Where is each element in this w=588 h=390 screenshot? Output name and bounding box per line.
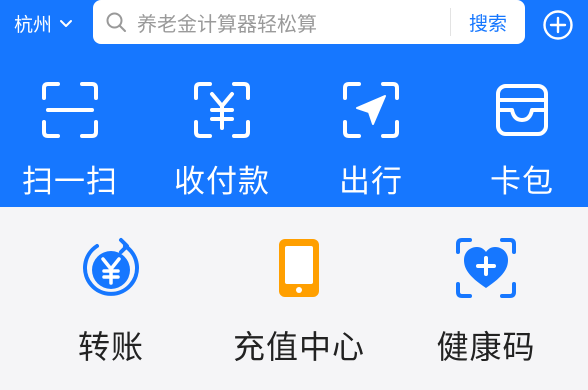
phone-recharge-icon xyxy=(279,239,319,297)
chevron-down-icon xyxy=(60,20,73,27)
transfer-yuan-icon xyxy=(83,238,139,296)
service-transfer[interactable]: 转账 xyxy=(31,236,191,368)
add-icon[interactable] xyxy=(542,9,574,41)
search-bar[interactable]: 养老金计算器轻松算 搜索 xyxy=(93,0,525,44)
city-selector[interactable]: 杭州 xyxy=(14,8,74,38)
quick-action-travel[interactable]: 出行 xyxy=(301,78,441,201)
health-code-icon xyxy=(456,238,516,298)
city-label: 杭州 xyxy=(14,13,53,36)
card-wallet-icon xyxy=(496,84,548,136)
search-icon xyxy=(106,12,126,32)
quick-action-label: 扫一扫 xyxy=(22,164,118,200)
quick-action-label: 收付款 xyxy=(174,164,270,200)
service-label: 充值中心 xyxy=(232,328,365,366)
service-recharge[interactable]: 充值中心 xyxy=(219,236,379,368)
quick-action-scan[interactable]: 扫一扫 xyxy=(0,78,140,201)
navigation-arrow-icon xyxy=(343,82,399,138)
scan-icon xyxy=(42,82,98,138)
search-button[interactable]: 搜索 xyxy=(451,9,525,36)
payment-code-icon xyxy=(194,82,250,138)
quick-action-label: 出行 xyxy=(339,164,403,200)
service-label: 健康码 xyxy=(436,328,536,366)
quick-action-payment[interactable]: 收付款 xyxy=(152,78,292,201)
search-placeholder[interactable]: 养老金计算器轻松算 xyxy=(137,8,450,37)
service-health-code[interactable]: 健康码 xyxy=(406,236,566,368)
quick-action-label: 卡包 xyxy=(490,164,554,200)
quick-action-cards[interactable]: 卡包 xyxy=(452,78,588,201)
service-label: 转账 xyxy=(77,328,144,366)
